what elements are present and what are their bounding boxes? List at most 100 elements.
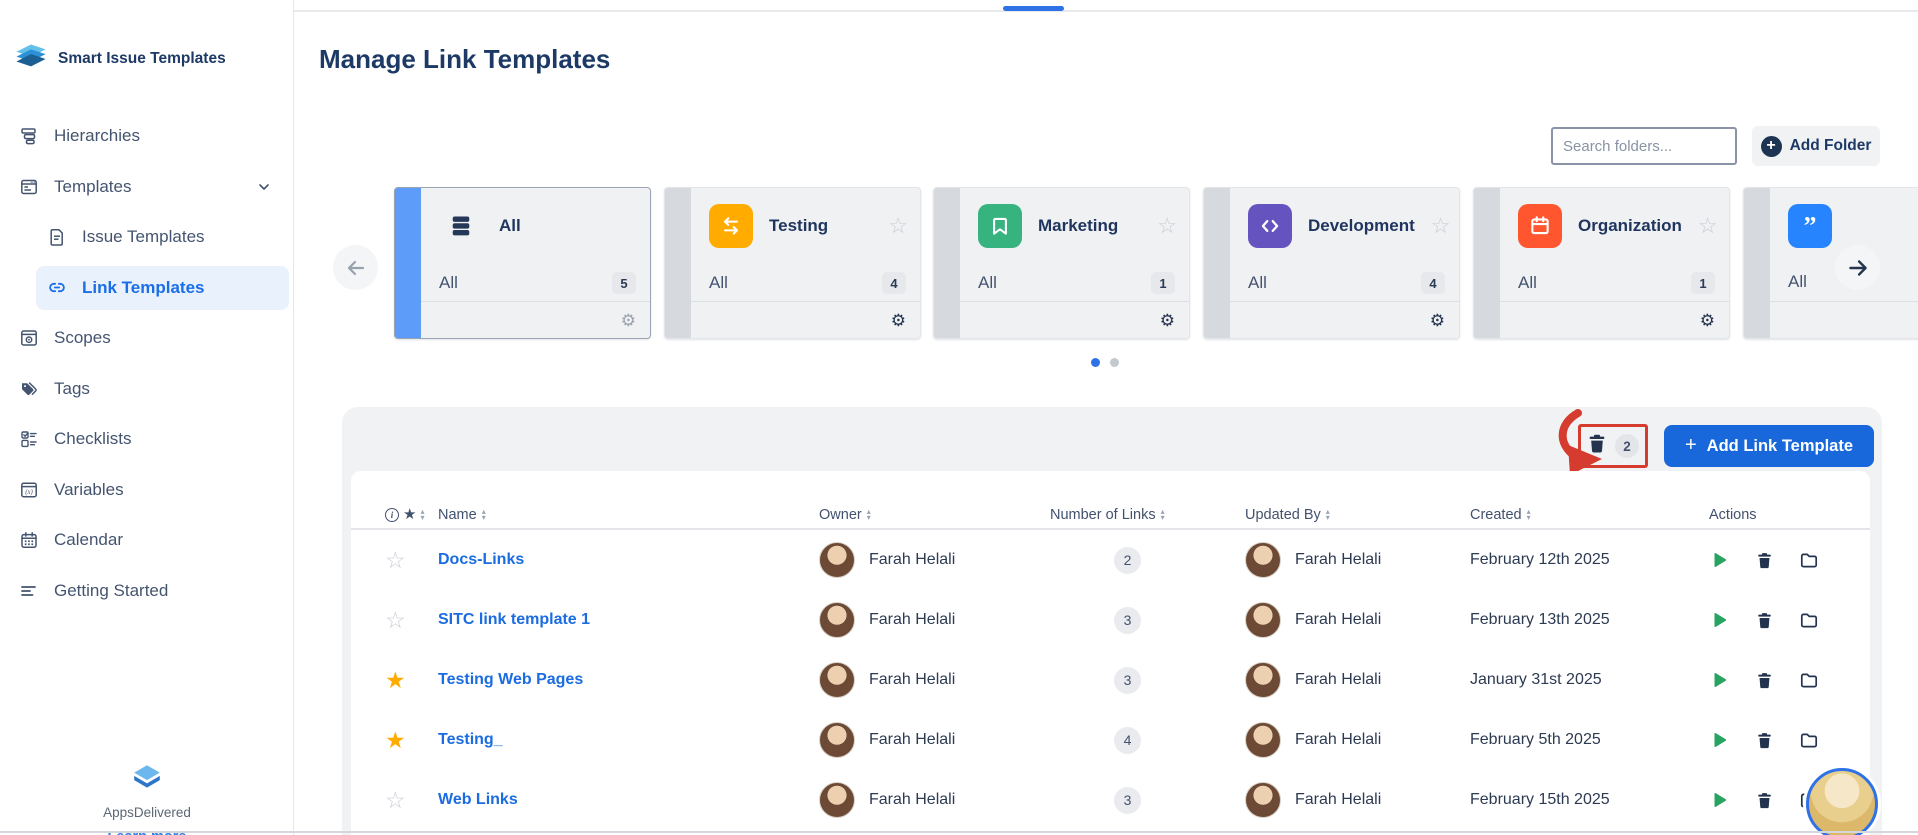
add-link-template-button[interactable]: + Add Link Template (1664, 425, 1874, 467)
sidebar: Smart Issue Templates Hierarchies (0, 0, 294, 835)
delete-icon[interactable] (1754, 610, 1774, 630)
getting-started-icon (19, 581, 39, 601)
favorite-star-icon[interactable]: ★ (385, 669, 438, 692)
page-title: Manage Link Templates (319, 44, 610, 75)
template-name-link[interactable]: Testing Web Pages (438, 671, 801, 689)
sort-icon[interactable]: ▴▾ (867, 509, 871, 521)
folder-card-development[interactable]: Development ☆ All 4 ⚙ (1203, 187, 1460, 339)
favorite-star-icon[interactable]: ☆ (1431, 215, 1451, 237)
carousel-prev-button[interactable] (333, 245, 378, 290)
table-header-updated-by[interactable]: Updated By▴▾ (1222, 507, 1470, 523)
move-to-folder-icon[interactable] (1799, 670, 1819, 690)
delete-icon[interactable] (1754, 730, 1774, 750)
template-name-link[interactable]: SITC link template 1 (438, 611, 801, 629)
variables-icon: (x) (19, 480, 39, 500)
folder-card-partial[interactable]: ” All (1743, 187, 1918, 339)
apply-template-icon[interactable] (1709, 790, 1729, 810)
carousel-next-button[interactable] (1835, 245, 1880, 290)
card-accent-strip (665, 188, 691, 338)
sidebar-item-label: Tags (54, 379, 90, 399)
apply-template-icon[interactable] (1709, 670, 1729, 690)
appsdelivered-label: AppsDelivered (0, 805, 294, 820)
sidebar-item-getting-started[interactable]: Getting Started (0, 566, 294, 617)
sidebar-item-issue-templates[interactable]: Issue Templates (0, 212, 294, 263)
gear-icon[interactable]: ⚙ (621, 312, 636, 329)
folder-card-organization[interactable]: Organization ☆ All 1 ⚙ (1473, 187, 1730, 339)
table-header-created[interactable]: Created▴▾ (1470, 507, 1700, 523)
sort-icon[interactable]: ▴▾ (1161, 509, 1165, 521)
favorite-star-icon[interactable]: ☆ (1157, 215, 1177, 237)
avatar (1245, 722, 1281, 758)
folder-scope: All (1788, 272, 1807, 292)
link-icon (47, 278, 67, 298)
created-date: February 15th 2025 (1470, 791, 1700, 809)
sidebar-item-hierarchies[interactable]: Hierarchies (0, 111, 294, 162)
template-name-link[interactable]: Web Links (438, 791, 801, 809)
gear-icon[interactable]: ⚙ (1700, 312, 1715, 329)
folder-count-badge: 1 (1151, 272, 1175, 294)
bottom-divider (0, 831, 1918, 833)
delete-icon[interactable] (1754, 670, 1774, 690)
sort-icon[interactable]: ▴▾ (1527, 509, 1531, 521)
delete-icon[interactable] (1754, 790, 1774, 810)
sidebar-item-scopes[interactable]: Scopes (0, 313, 294, 364)
favorite-star-icon[interactable]: ☆ (888, 215, 908, 237)
sort-icon[interactable]: ▴▾ (482, 509, 486, 521)
search-folders-input[interactable] (1551, 127, 1737, 165)
sidebar-item-label: Calendar (54, 530, 123, 550)
table-header-star-column[interactable]: i ★ ▴▾ (385, 507, 438, 522)
calendar-icon (1518, 204, 1562, 248)
table-header-links[interactable]: Number of Links▴▾ (1050, 507, 1222, 523)
owner-cell: Farah Helali (801, 602, 1050, 638)
folder-count-badge: 1 (1691, 272, 1715, 294)
links-count-badge: 3 (1114, 667, 1141, 694)
apply-template-icon[interactable] (1709, 730, 1729, 750)
sidebar-item-templates[interactable]: Templates (0, 162, 294, 213)
sidebar-item-calendar[interactable]: Calendar (0, 515, 294, 566)
avatar (1245, 782, 1281, 818)
favorite-star-icon[interactable]: ☆ (1698, 215, 1718, 237)
card-accent-strip (1474, 188, 1500, 338)
move-to-folder-icon[interactable] (1799, 610, 1819, 630)
row-actions (1700, 610, 1870, 630)
table-row: ★ Testing_ Farah Helali 4 Farah Helali F… (351, 710, 1870, 770)
gear-icon[interactable]: ⚙ (1160, 312, 1175, 329)
sort-icon[interactable]: ▴▾ (420, 509, 424, 521)
carousel-dot-1[interactable] (1091, 358, 1100, 367)
table-header-name[interactable]: Name▴▾ (438, 507, 801, 523)
card-accent-strip (1204, 188, 1230, 338)
favorite-star-icon[interactable]: ★ (385, 729, 438, 752)
move-to-folder-icon[interactable] (1799, 550, 1819, 570)
folder-count-badge: 5 (612, 272, 636, 294)
move-to-folder-icon[interactable] (1799, 730, 1819, 750)
table-header-owner[interactable]: Owner▴▾ (801, 507, 1050, 523)
support-chat-avatar[interactable] (1806, 768, 1878, 835)
app-logo[interactable]: Smart Issue Templates (14, 40, 226, 77)
carousel-dot-2[interactable] (1110, 358, 1119, 367)
favorite-star-icon[interactable]: ☆ (385, 609, 438, 632)
favorite-star-icon[interactable]: ☆ (385, 789, 438, 812)
folder-card-testing[interactable]: Testing ☆ All 4 ⚙ (664, 187, 921, 339)
sidebar-item-checklists[interactable]: Checklists (0, 414, 294, 465)
apply-template-icon[interactable] (1709, 610, 1729, 630)
sort-icon[interactable]: ▴▾ (1326, 509, 1330, 521)
trash-count-badge: 2 (1615, 434, 1639, 458)
sidebar-item-link-templates[interactable]: Link Templates (0, 263, 294, 314)
favorite-star-icon[interactable]: ☆ (385, 549, 438, 572)
hierarchies-icon (19, 126, 39, 146)
apply-template-icon[interactable] (1709, 550, 1729, 570)
gear-icon[interactable]: ⚙ (891, 312, 906, 329)
folder-card-all[interactable]: All All 5 ⚙ (394, 187, 651, 339)
template-name-link[interactable]: Testing_ (438, 731, 801, 749)
bulk-delete-button[interactable]: 2 (1578, 424, 1648, 468)
delete-icon[interactable] (1754, 550, 1774, 570)
folder-card-marketing[interactable]: Marketing ☆ All 1 ⚙ (933, 187, 1190, 339)
chevron-down-icon[interactable] (256, 179, 272, 195)
sidebar-item-variables[interactable]: (x) Variables (0, 465, 294, 516)
sidebar-item-tags[interactable]: Tags (0, 364, 294, 415)
updated-by-cell: Farah Helali (1222, 602, 1470, 638)
template-name-link[interactable]: Docs-Links (438, 551, 801, 569)
sidebar-item-label: Link Templates (82, 278, 205, 298)
add-folder-button[interactable]: + Add Folder (1752, 126, 1880, 166)
gear-icon[interactable]: ⚙ (1430, 312, 1445, 329)
